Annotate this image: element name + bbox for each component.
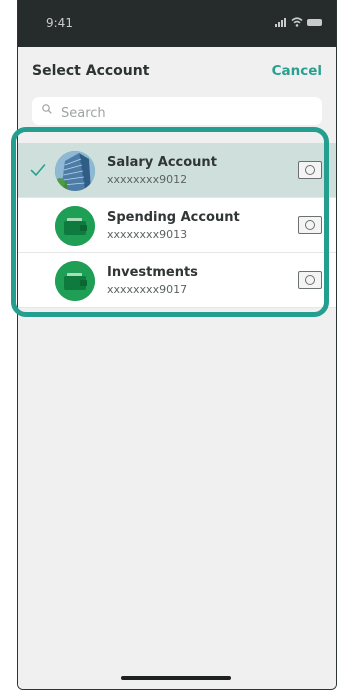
search-placeholder: Search [61,106,106,121]
account-name: Salary Account [107,155,217,170]
signal-icon [275,17,287,27]
card-icon[interactable] [298,216,322,234]
account-name: Spending Account [107,210,240,225]
card-icon[interactable] [298,271,322,289]
building-photo-icon [55,151,95,191]
wallet-avatar [55,261,95,301]
status-icons [275,17,322,27]
wallet-icon [55,206,95,246]
account-number: xxxxxxxx9012 [107,173,188,186]
account-row-salary[interactable]: Salary Account xxxxxxxx9012 [18,143,336,198]
card-icon[interactable] [298,161,322,179]
account-row-investments[interactable]: Investments xxxxxxxx9017 [18,253,336,308]
status-bar: 9:41 [18,0,336,47]
wallet-icon [55,261,95,301]
account-number: xxxxxxxx9013 [107,228,188,241]
cancel-button[interactable]: Cancel [272,63,322,79]
wallet-avatar [55,206,95,246]
wifi-icon [291,17,303,27]
account-row-spending[interactable]: Spending Account xxxxxxxx9013 [18,198,336,253]
account-sheet: Select Account Cancel Search Salary Acco… [18,48,336,689]
home-indicator [121,676,231,680]
search-input[interactable]: Search [32,97,322,125]
account-number: xxxxxxxx9017 [107,283,188,296]
sheet-header: Select Account Cancel [18,48,336,96]
account-name: Investments [107,265,198,280]
search-icon [42,104,52,114]
checkmark-icon [30,164,46,177]
phone-frame: 9:41 Select Account Cancel Search Salary… [17,0,337,690]
account-list: Salary Account xxxxxxxx9012 Spending Acc… [18,143,336,308]
building-avatar [55,151,95,191]
battery-icon [307,18,322,26]
status-time: 9:41 [46,16,73,30]
page-title: Select Account [32,63,150,79]
